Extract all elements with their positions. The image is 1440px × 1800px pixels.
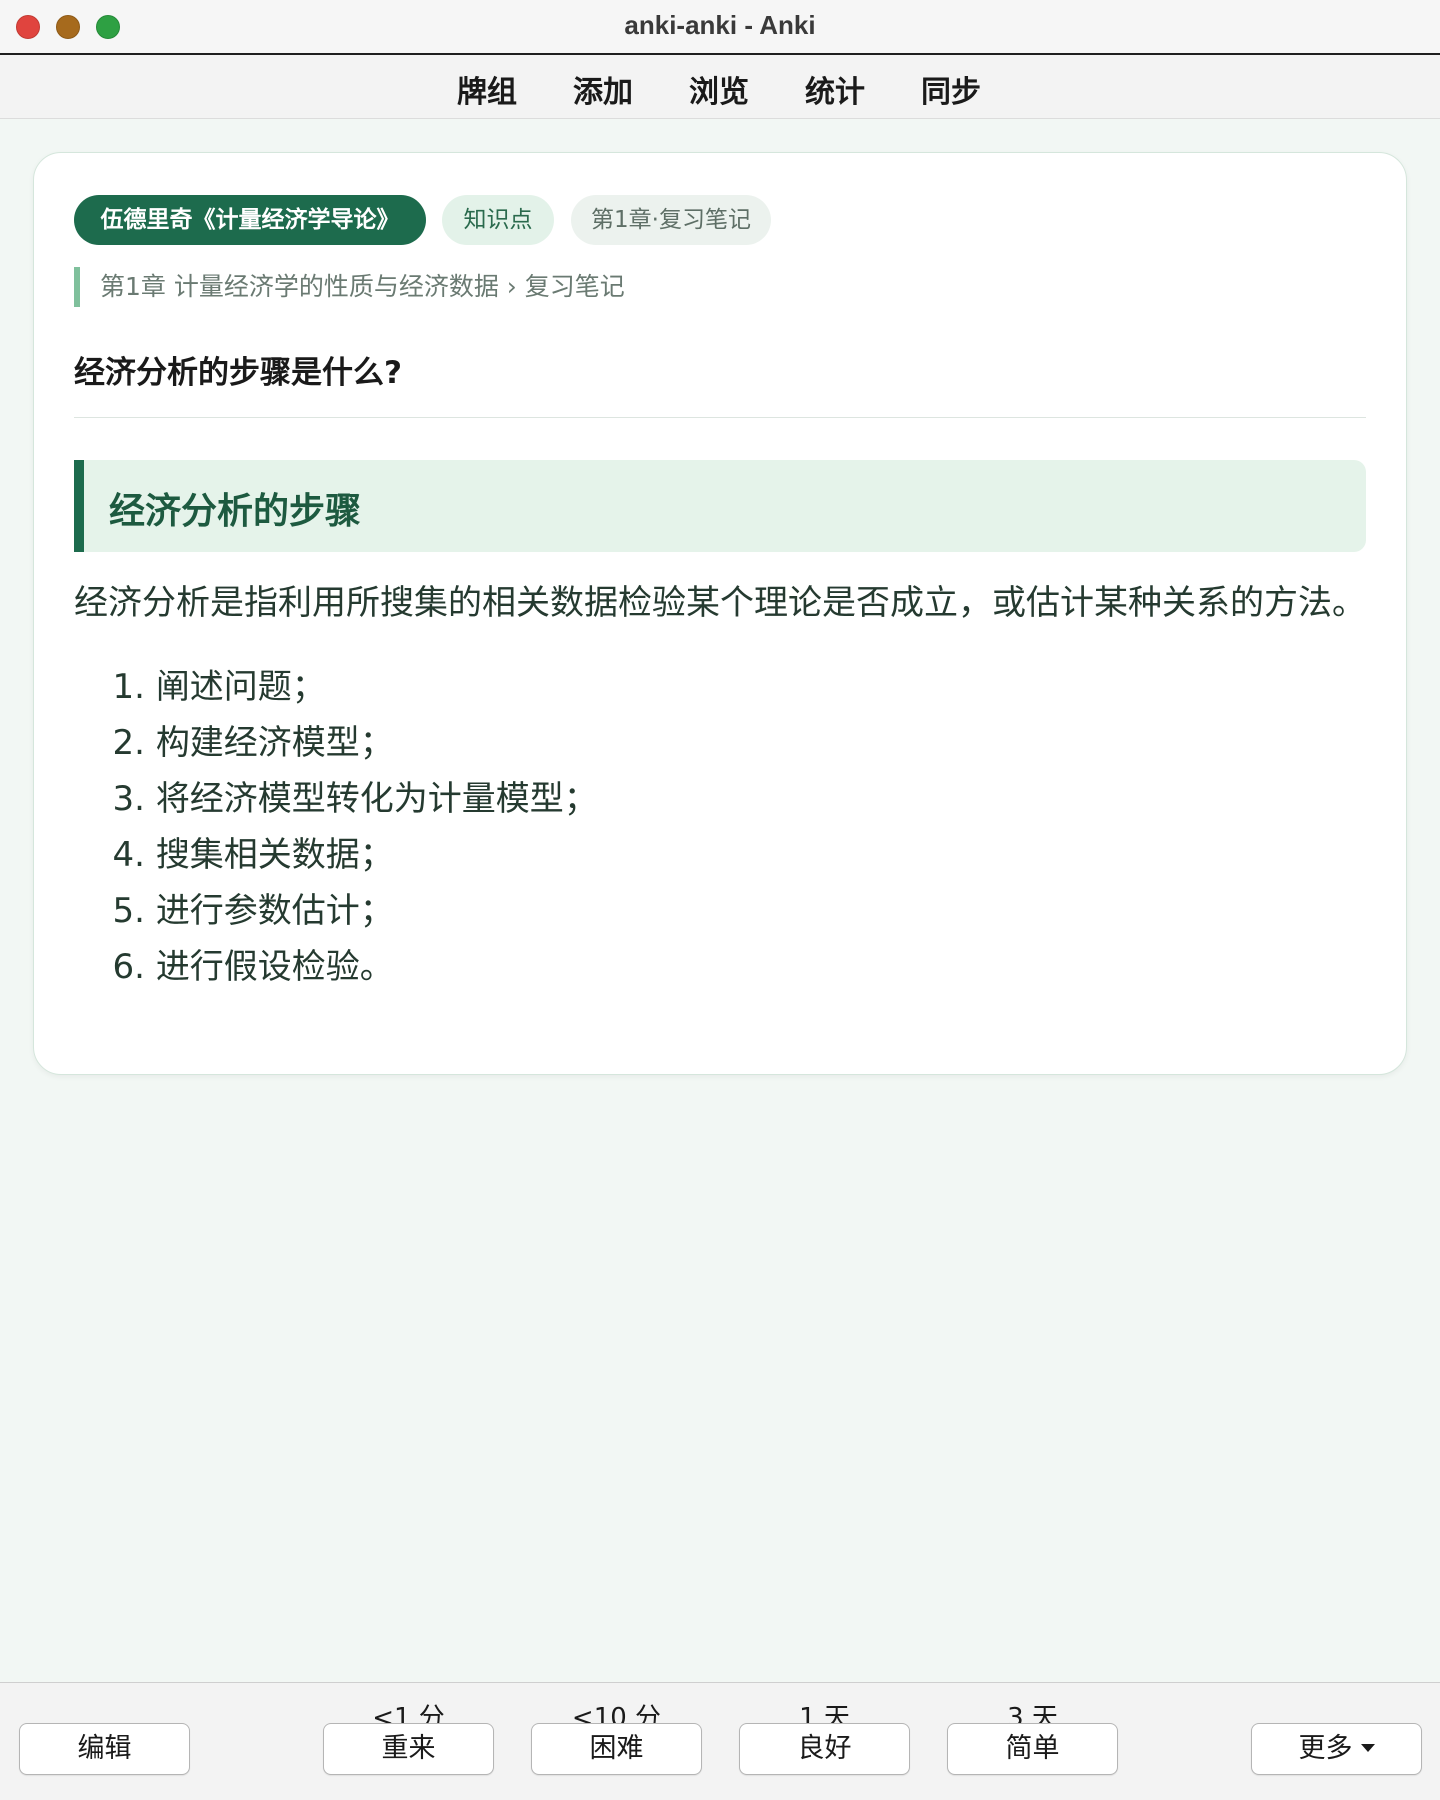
step-number: 6. [112,947,145,987]
steps-list: 1. 阐述问题； 2. 构建经济模型； 3. 将经济模型转化为计量模型； 4. … [74,659,598,995]
toolbar-stats[interactable]: 统计 [805,67,865,111]
edit-button[interactable]: 编辑 [19,1723,190,1775]
step-text: 搜集相关数据； [155,835,394,875]
tag-chapter: 第1章·复习笔记 [571,195,771,245]
tag-knowledge-point: 知识点 [442,195,554,245]
step-number: 3. [112,779,145,819]
step-number: 2. [112,723,145,763]
again-button[interactable]: 重来 [323,1723,494,1775]
step-text: 进行假设检验。 [155,947,394,987]
list-item: 4. 搜集相关数据； [74,827,598,883]
easy-button[interactable]: 简单 [947,1723,1118,1775]
list-item: 5. 进行参数估计； [74,883,598,939]
list-item: 1. 阐述问题； [74,659,598,715]
review-bottom-bar: <1 分 <10 分 1 天 3 天 编辑 重来 困难 良好 简单 更多 [0,1682,1440,1800]
toolbar-decks[interactable]: 牌组 [457,67,517,111]
section-header: 经济分析的步骤 [74,460,1366,552]
breadcrumb: 第1章 计量经济学的性质与经济数据 › 复习笔记 [74,267,625,307]
step-text: 进行参数估计； [155,891,394,931]
anki-window: anki-anki - Anki 牌组 添加 浏览 统计 同步 伍德里奇《计量经… [0,0,1440,1800]
step-number: 4. [112,835,145,875]
list-item: 6. 进行假设检验。 [74,939,598,995]
window-title: anki-anki - Anki [624,10,816,40]
more-label: 更多 [1298,1733,1353,1764]
toolbar-add[interactable]: 添加 [573,67,633,111]
title-bar: anki-anki - Anki [0,0,1440,55]
answer-description: 经济分析是指利用所搜集的相关数据检验某个理论是否成立，或估计某种关系的方法。 [74,583,1366,623]
step-text: 构建经济模型； [155,723,394,763]
toolbar-browse[interactable]: 浏览 [689,67,749,111]
main-toolbar: 牌组 添加 浏览 统计 同步 [0,55,1440,119]
caret-down-icon [1360,1743,1375,1752]
more-button[interactable]: 更多 [1251,1723,1422,1775]
tag-book: 伍德里奇《计量经济学导论》 [74,195,426,245]
good-button[interactable]: 良好 [739,1723,910,1775]
hard-button[interactable]: 困难 [531,1723,702,1775]
list-item: 3. 将经济模型转化为计量模型； [74,771,598,827]
list-item: 2. 构建经济模型； [74,715,598,771]
step-number: 5. [112,891,145,931]
question-answer-divider [74,417,1366,418]
flashcard: 伍德里奇《计量经济学导论》 知识点 第1章·复习笔记 第1章 计量经济学的性质与… [33,152,1407,1075]
step-number: 1. [112,667,145,707]
step-text: 将经济模型转化为计量模型； [155,779,598,819]
step-text: 阐述问题； [155,667,326,707]
toolbar-sync[interactable]: 同步 [921,67,981,111]
section-title: 经济分析的步骤 [109,491,362,532]
card-question: 经济分析的步骤是什么? [74,355,402,391]
